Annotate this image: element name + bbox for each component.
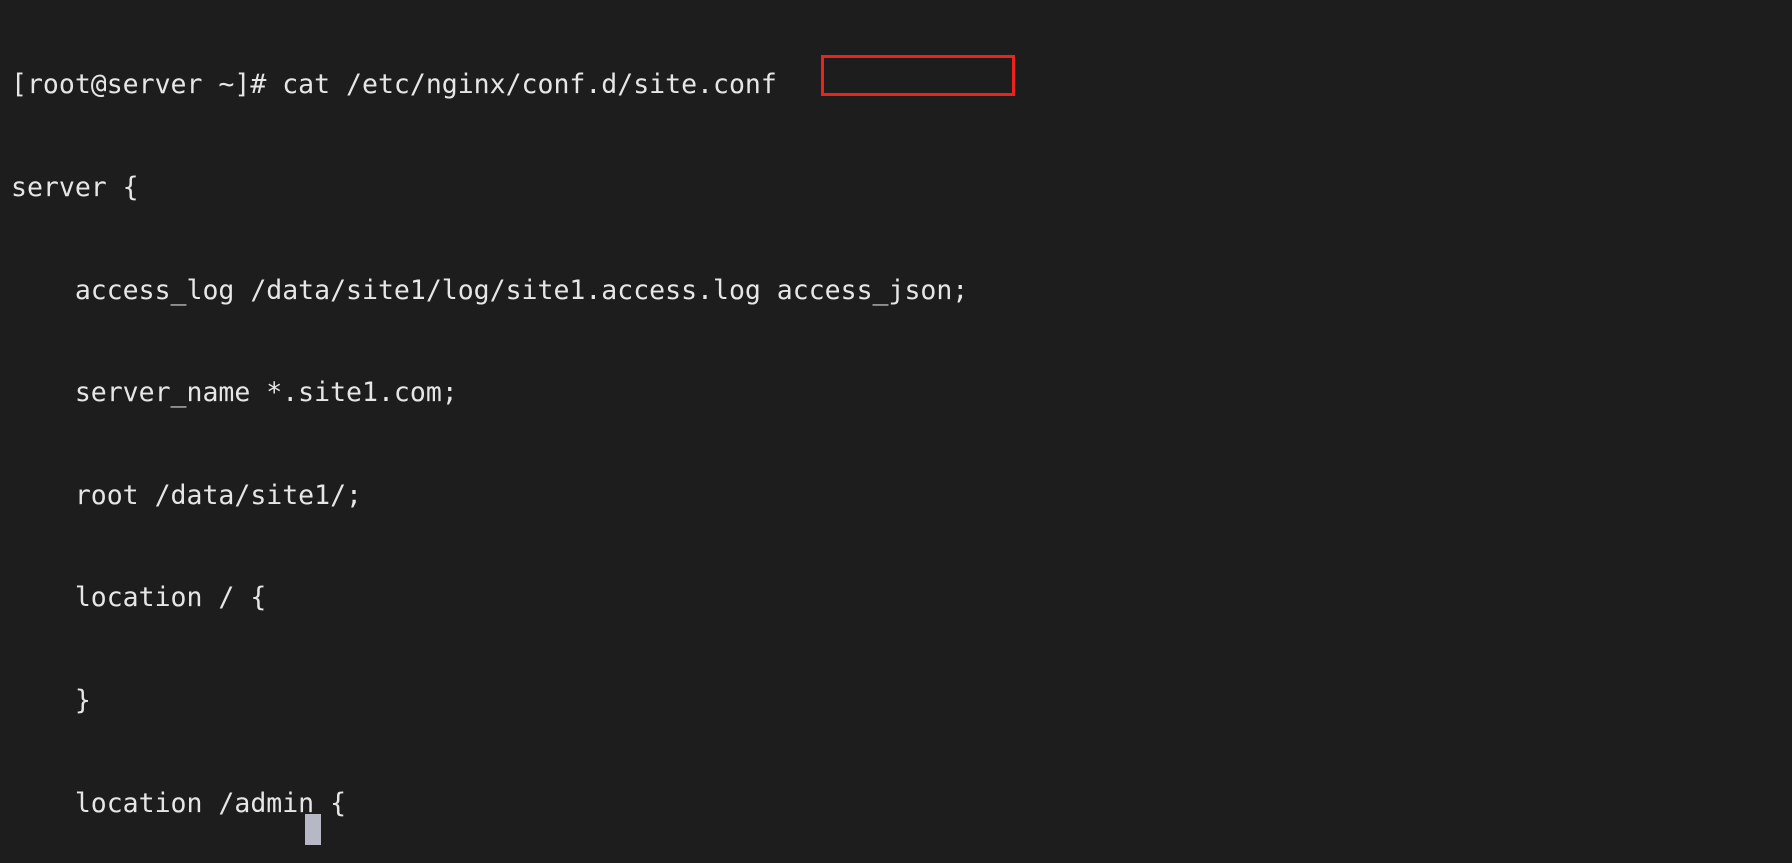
terminal-line-text: server { [11, 172, 139, 203]
terminal-line-text: } [11, 684, 91, 716]
terminal-line: location / { [11, 581, 984, 615]
terminal-line: access_log /data/site1/log/site1.access.… [11, 274, 984, 308]
terminal-line-text: [root@server ~]# cat /etc/nginx/conf.d/s… [11, 69, 777, 101]
terminal-cursor [305, 814, 321, 845]
terminal-window[interactable]: [root@server ~]# cat /etc/nginx/conf.d/s… [0, 0, 1792, 863]
terminal-line: server_name *.site1.com; [11, 376, 984, 410]
terminal-output: [root@server ~]# cat /etc/nginx/conf.d/s… [11, 0, 984, 863]
terminal-line: server { [11, 171, 984, 205]
terminal-line: } [11, 684, 984, 718]
terminal-line: [root@server ~]# cat /etc/nginx/conf.d/s… [11, 68, 984, 102]
terminal-line-text: root /data/site1/; [11, 479, 362, 511]
terminal-line: root /data/site1/; [11, 479, 984, 513]
terminal-line-text: location / { [11, 582, 267, 614]
terminal-line-text: location /admin { [11, 787, 347, 819]
terminal-line-text: server_name *.site1.com; [11, 377, 458, 409]
terminal-line: location /admin { [11, 787, 984, 821]
terminal-line-text: access_log /data/site1/log/site1.access.… [11, 274, 969, 306]
